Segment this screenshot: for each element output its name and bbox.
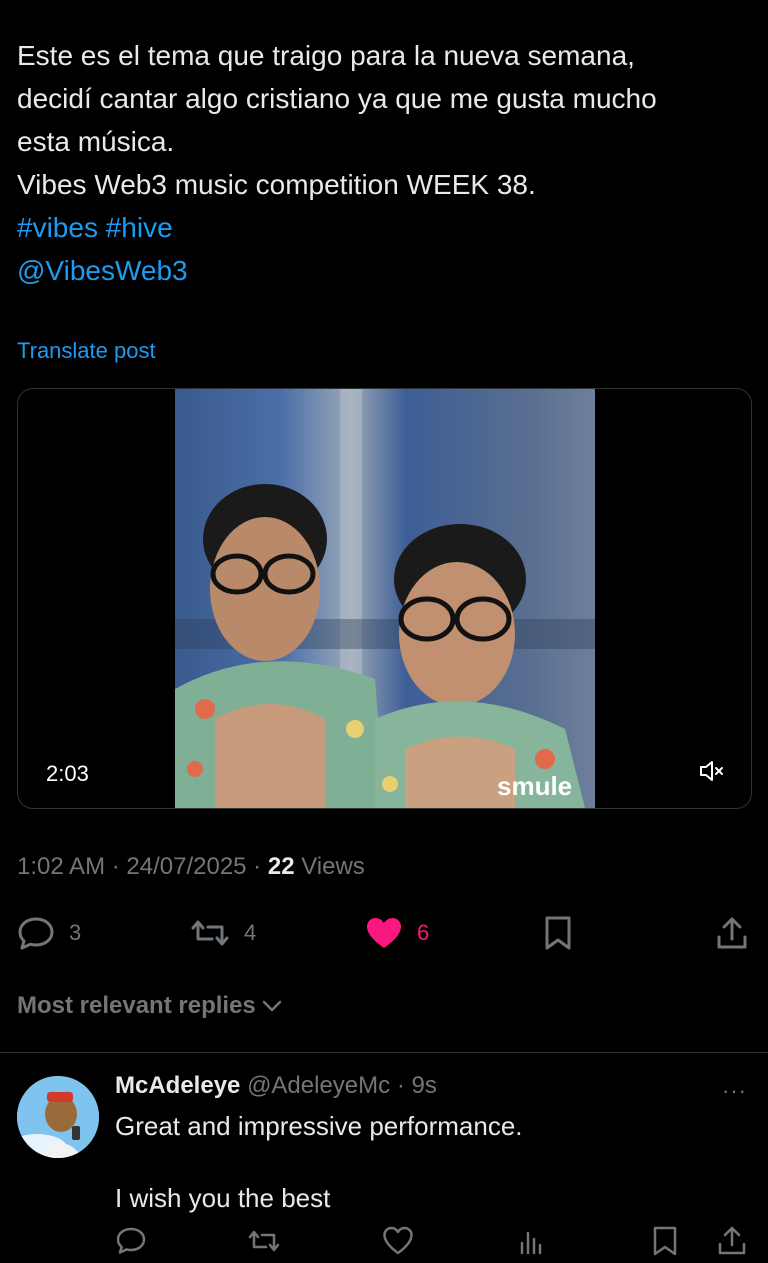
more-options-icon[interactable]: ··· — [722, 1078, 747, 1104]
post-line-4: Vibes Web3 music competition WEEK 38. — [17, 169, 536, 200]
smule-watermark: smule — [497, 771, 573, 801]
repost-button[interactable]: 4 — [190, 905, 256, 961]
post-line-2: decidí cantar algo cristiano ya que me g… — [17, 83, 657, 114]
video-player[interactable]: smule 2:03 — [17, 388, 752, 809]
bookmark-icon — [542, 915, 574, 951]
meta-separator: · — [246, 853, 268, 880]
reply-line-2: I wish you the best — [115, 1183, 331, 1213]
video-frame[interactable]: smule — [175, 389, 595, 808]
reply-action-bar — [0, 1225, 768, 1261]
heart-icon — [365, 916, 403, 950]
reply-repost-icon[interactable] — [247, 1225, 280, 1257]
post-time[interactable]: 1:02 AM — [17, 853, 105, 880]
video-duration: 2:03 — [46, 761, 89, 786]
post-action-bar: 3 4 6 — [0, 905, 768, 961]
like-count: 6 — [417, 920, 430, 945]
reply-author-handle[interactable]: @AdeleyeMc — [247, 1072, 390, 1099]
reply-header: McAdeleye @AdeleyeMc · 9s — [115, 1072, 437, 1100]
post-metadata: 1:02 AM · 24/07/2025 · 22 Views — [17, 853, 365, 881]
reply-icon — [17, 916, 55, 950]
reply-line-1: Great and impressive performance. — [115, 1111, 523, 1141]
like-button[interactable]: 6 — [365, 905, 429, 961]
meta-separator: · — [105, 853, 127, 880]
translate-post-link[interactable]: Translate post — [17, 338, 156, 364]
post-date[interactable]: 24/07/2025 — [126, 853, 246, 880]
chevron-down-icon — [262, 999, 282, 1013]
repost-icon — [190, 917, 230, 949]
replies-sort-label: Most relevant replies — [17, 992, 256, 1019]
replies-sort-dropdown[interactable]: Most relevant replies — [17, 992, 282, 1020]
reply-heart-icon[interactable] — [382, 1225, 414, 1257]
post-text: Este es el tema que traigo para la nueva… — [17, 34, 757, 292]
mention-link[interactable]: @VibesWeb3 — [17, 249, 757, 292]
bookmark-button[interactable] — [542, 905, 574, 961]
mute-icon[interactable] — [698, 757, 728, 785]
reply-text: Great and impressive performance. I wish… — [115, 1108, 523, 1216]
reply-author-name[interactable]: McAdeleye — [115, 1072, 240, 1099]
views-count: 22 — [267, 853, 295, 880]
video-thumbnail — [175, 389, 595, 808]
reply-button[interactable]: 3 — [17, 905, 81, 961]
reply-share-icon[interactable] — [716, 1225, 748, 1257]
reply-count: 3 — [69, 920, 82, 945]
post-line-3: esta música. — [17, 126, 175, 157]
reply-bookmark-icon[interactable] — [649, 1225, 681, 1257]
avatar[interactable] — [17, 1076, 99, 1158]
share-button[interactable] — [714, 905, 750, 961]
reply-time[interactable]: 9s — [411, 1072, 436, 1099]
reply-views-icon[interactable] — [516, 1225, 548, 1257]
divider — [0, 1052, 768, 1053]
reply-reply-icon[interactable] — [115, 1225, 147, 1257]
repost-count: 4 — [244, 920, 257, 945]
views-label: Views — [294, 853, 365, 880]
share-icon — [714, 915, 750, 951]
hashtag-links[interactable]: #vibes #hive — [17, 206, 757, 249]
post-line-1: Este es el tema que traigo para la nueva… — [17, 40, 635, 71]
reply-separator: · — [390, 1072, 412, 1099]
